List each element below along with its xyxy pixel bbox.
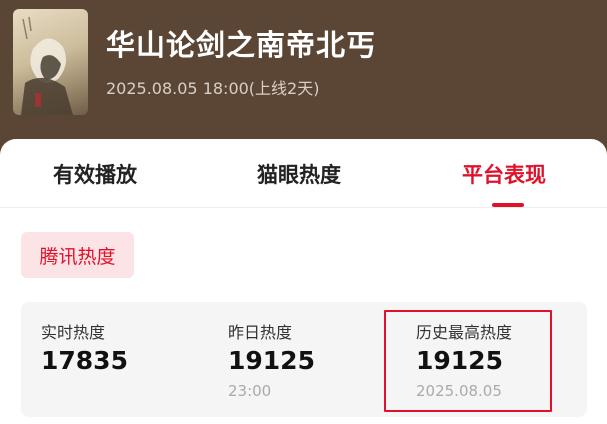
stat-label: 昨日热度 (228, 323, 293, 342)
tab-maoyan-heat[interactable]: 猫眼热度 (257, 159, 341, 189)
highlight-box (384, 310, 552, 412)
movie-header: 华山论剑之南帝北丐 2025.08.05 18:00(上线2天) (0, 0, 607, 150)
stat-time: 23:00 (228, 382, 272, 400)
poster-artwork (21, 16, 73, 115)
stat-value: 17835 (41, 346, 128, 375)
active-tab-indicator (492, 203, 524, 207)
stat-value: 19125 (228, 346, 315, 375)
movie-poster[interactable] (13, 9, 88, 115)
tab-bar: 有效播放 猫眼热度 平台表现 (0, 139, 607, 208)
release-info: 2025.08.05 18:00(上线2天) (106, 79, 320, 98)
stat-label: 实时热度 (41, 323, 106, 342)
platform-chip-tencent[interactable]: 腾讯热度 (21, 232, 134, 278)
tab-effective-plays[interactable]: 有效播放 (53, 159, 137, 189)
movie-title: 华山论剑之南帝北丐 (106, 28, 377, 62)
tab-platform-performance[interactable]: 平台表现 (462, 159, 546, 189)
